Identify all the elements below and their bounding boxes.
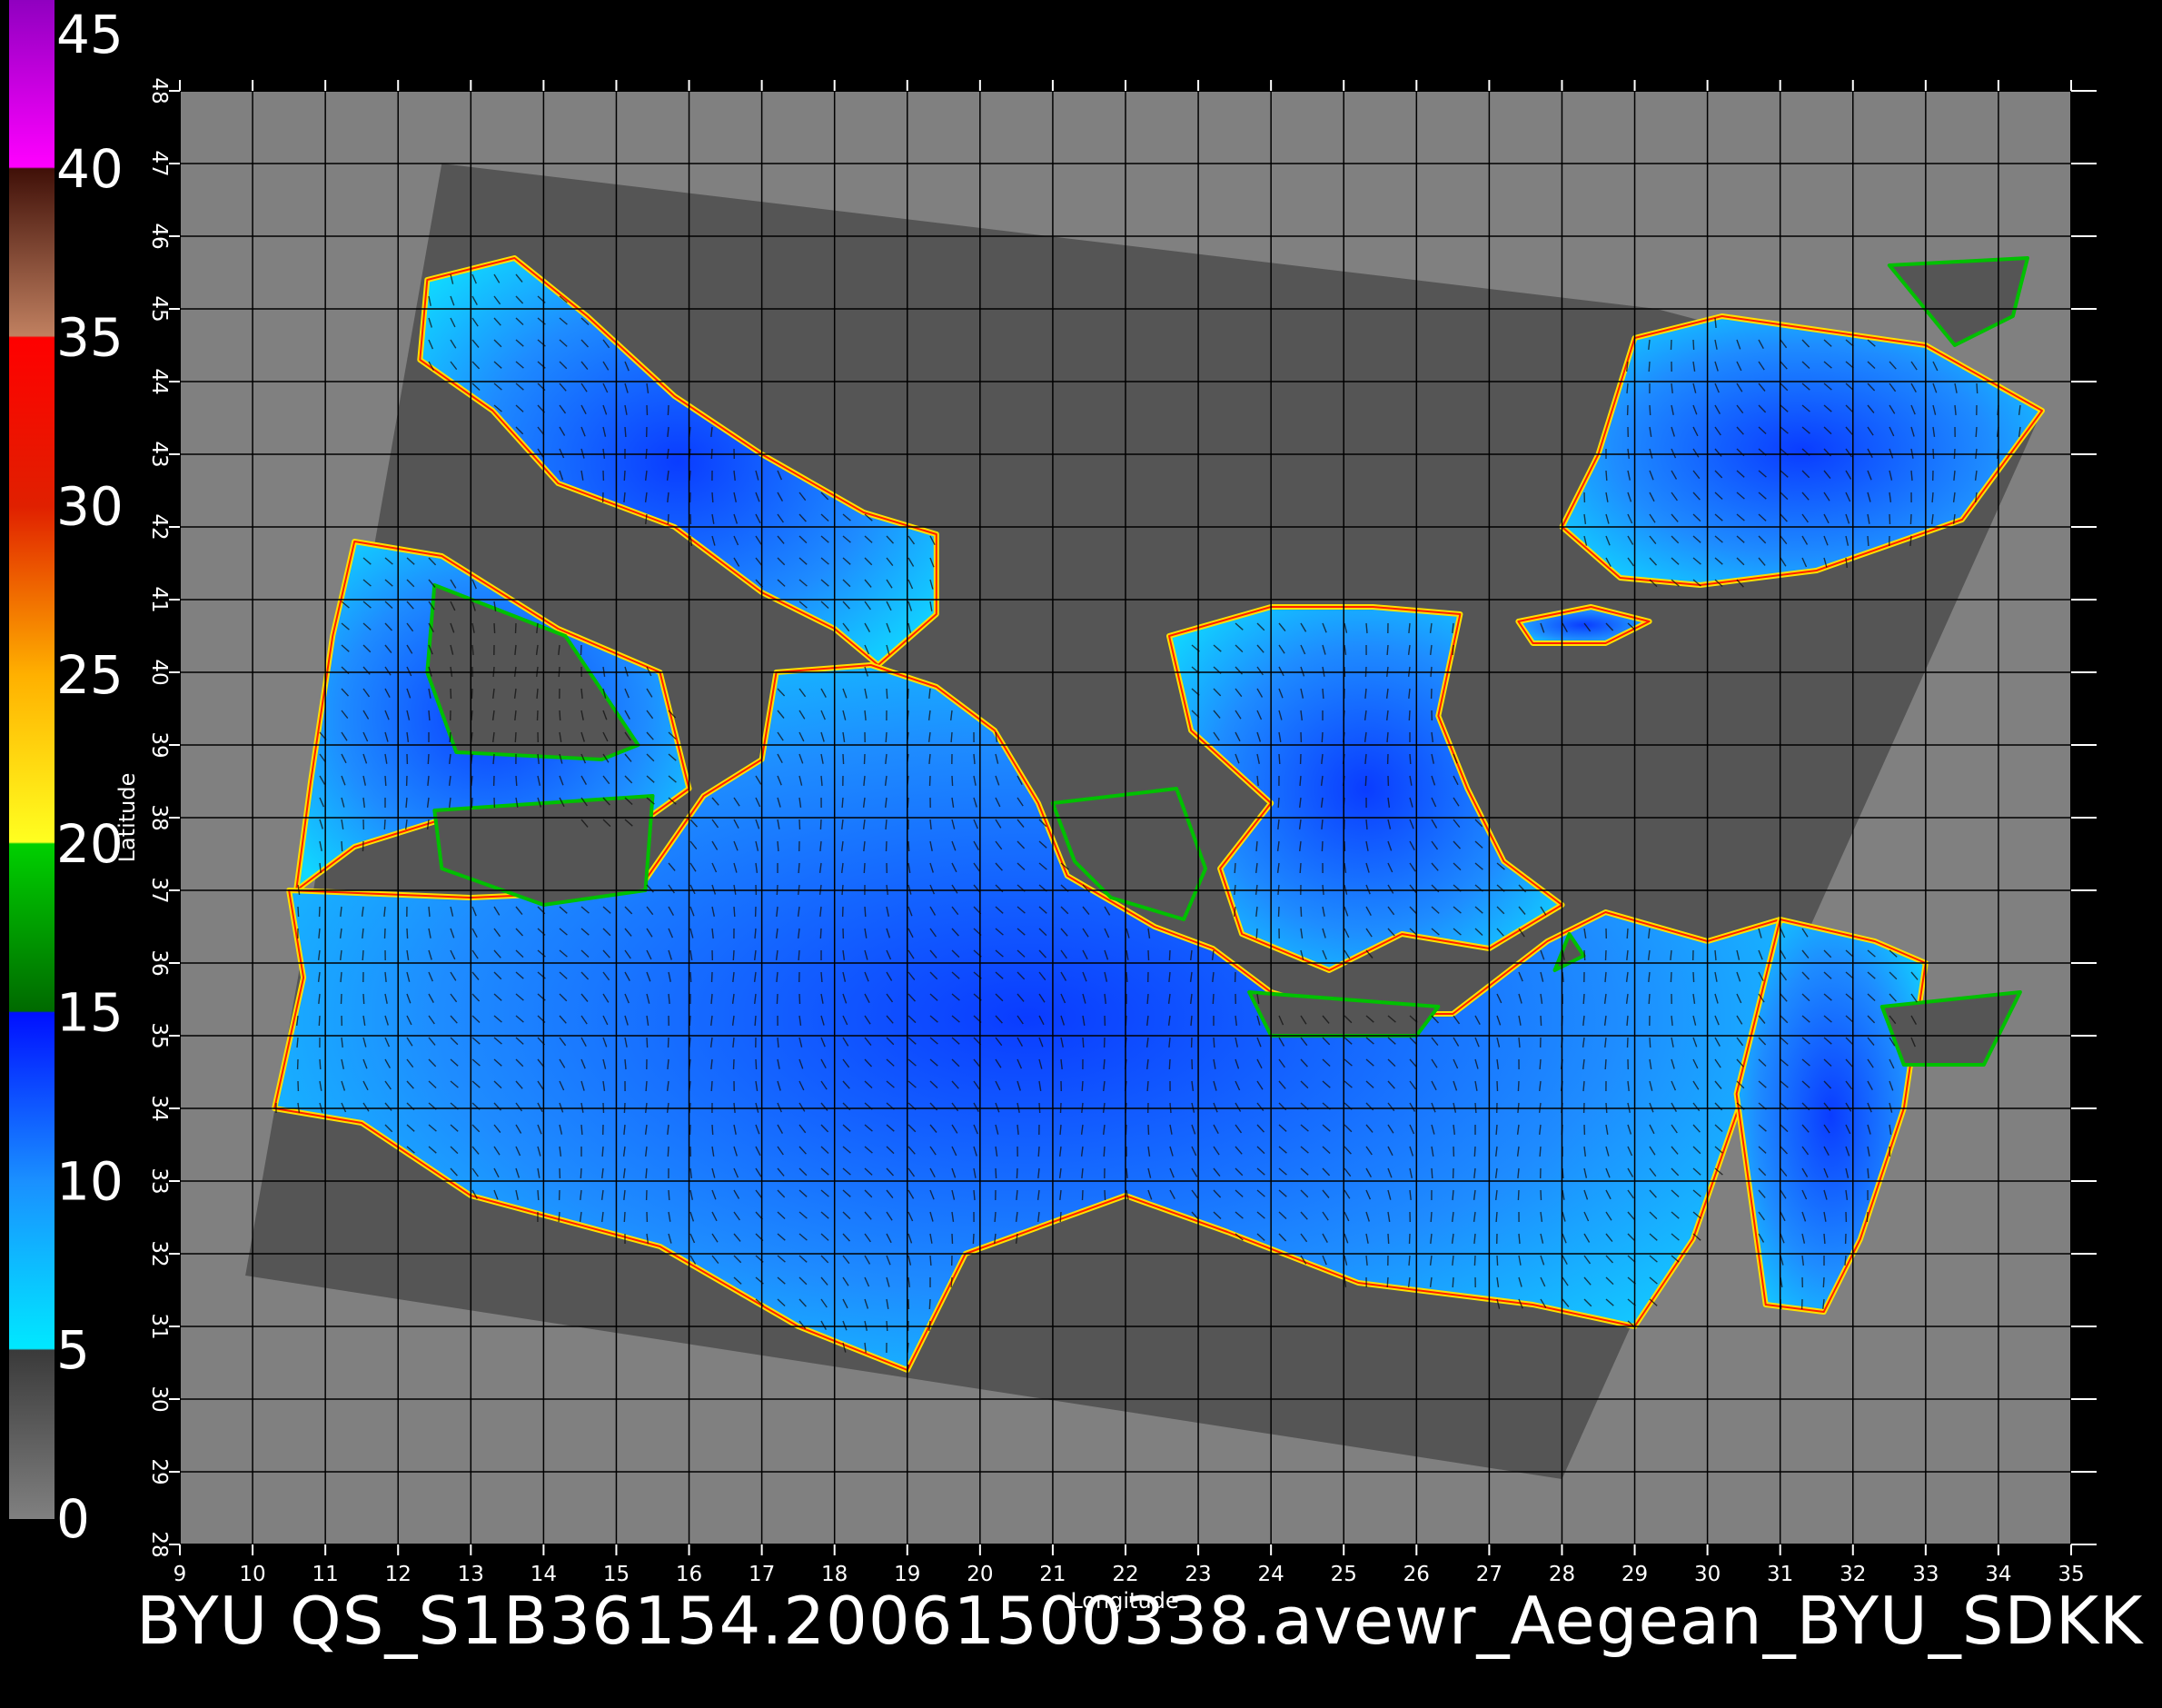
y-tick-label: 41 <box>147 586 171 612</box>
y-tick-label: 47 <box>147 150 171 176</box>
colorbar-label: 5 <box>56 1319 90 1381</box>
y-tick-label: 36 <box>147 949 171 976</box>
colorbar-label: 10 <box>56 1150 124 1212</box>
colorbar-label: 0 <box>56 1488 90 1550</box>
y-axis-title: Latitude <box>114 773 140 863</box>
colorbar: 45 40 35 30 25 20 15 10 5 0 <box>9 0 124 1550</box>
y-tick-label: 31 <box>147 1313 171 1339</box>
colorbar-label: 15 <box>56 982 124 1044</box>
y-tick-label: 39 <box>147 731 171 758</box>
y-tick-label: 40 <box>147 659 171 685</box>
y-tick-label: 37 <box>147 877 171 903</box>
scatterometer-wind-map: 454035302520151050 9 10 11 12 13 14 15 16 17 18 19… <box>9 0 2097 1614</box>
lat-lon-grid <box>179 90 2072 1545</box>
colorbar-label: 45 <box>56 4 124 65</box>
y-tick-label: 45 <box>147 295 171 322</box>
y-tick-label: 30 <box>147 1385 171 1412</box>
colorbar-label: 20 <box>56 813 124 875</box>
y-tick-label: 33 <box>147 1167 171 1194</box>
y-tick-label: 43 <box>147 441 171 467</box>
y-tick-label: 29 <box>147 1458 171 1485</box>
y-tick-label: 32 <box>147 1240 171 1266</box>
image-caption: BYU QS_S1B36154.20061500338.avewr_Aegean… <box>136 1583 2144 1659</box>
colorbar-ramp <box>9 0 55 1519</box>
y-tick-label: 46 <box>147 223 171 249</box>
colorbar-label: 25 <box>56 644 124 706</box>
y-tick-label: 34 <box>147 1095 171 1121</box>
y-tick-labels: 28 29 30 31 32 33 34 35 36 37 38 39 40 41 42 43 44 45 46 47… <box>147 77 171 1557</box>
colorbar-labels: 45 40 35 30 25 20 15 10 5 0 <box>56 4 124 1550</box>
y-tick-label: 35 <box>147 1022 171 1048</box>
colorbar-label: 40 <box>56 138 124 200</box>
y-tick-label: 44 <box>147 368 171 394</box>
y-tick-label: 38 <box>147 804 171 830</box>
y-tick-label: 42 <box>147 513 171 540</box>
colorbar-label: 30 <box>56 475 124 537</box>
y-tick-label: 48 <box>147 77 171 104</box>
colorbar-label: 35 <box>56 307 124 369</box>
y-tick-label: 28 <box>147 1531 171 1557</box>
map-plot: 9 10 11 12 13 14 15 16 17 18 19 20 21 22 23 24 25 26 27 28 2… <box>114 77 2097 1614</box>
